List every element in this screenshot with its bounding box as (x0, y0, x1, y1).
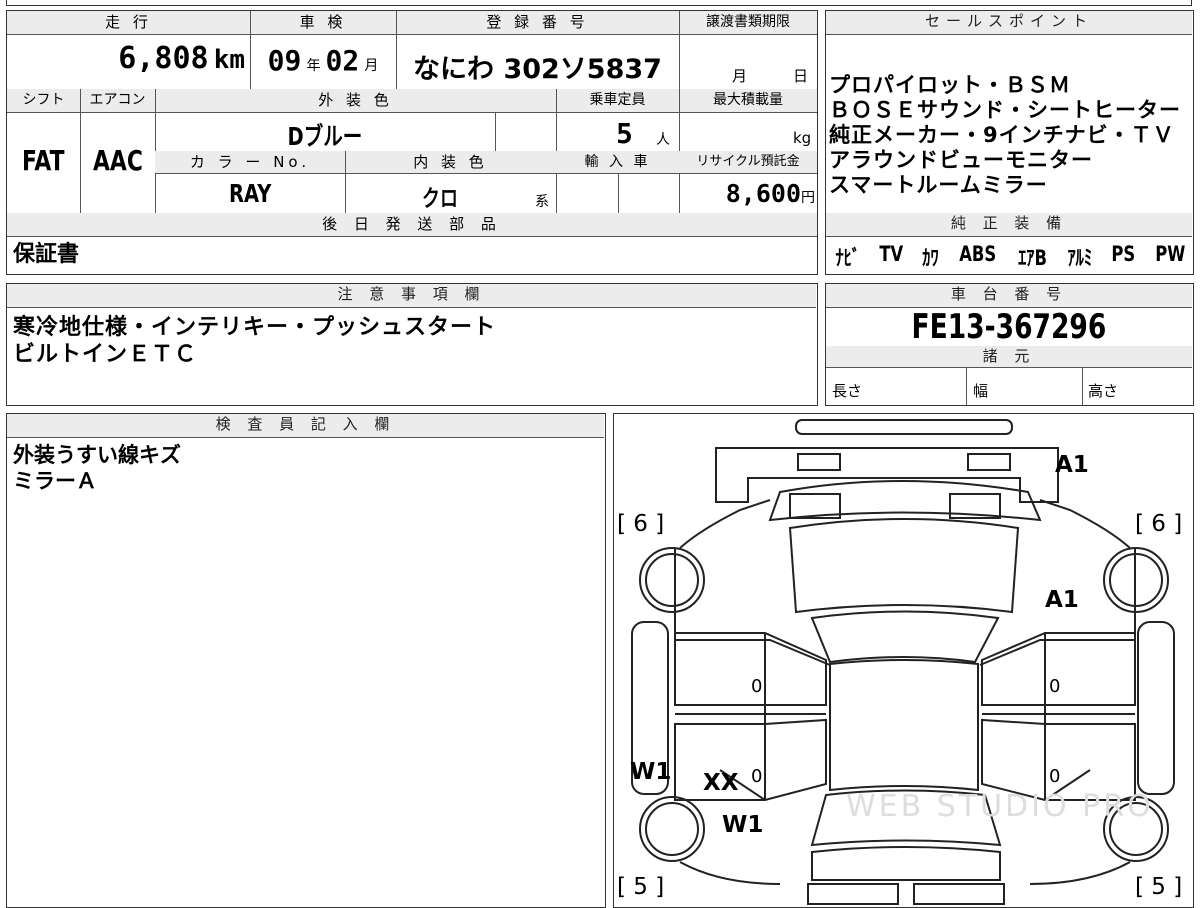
sales-points-list: プロパイロット・ＢＳＭ ＢＯＳＥサウンド・シートヒーター 純正メーカー・9インチ… (829, 73, 1193, 198)
mileage-header: 走 行 (7, 11, 250, 35)
length-label: 長さ (832, 382, 863, 400)
chassis-panel: 車 台 番 号 FE13-367296 諸 元 長さ 幅 高さ (825, 283, 1194, 406)
inspector-header: 検 査 員 記 入 欄 (7, 414, 604, 438)
panel-zero-value: 0 (1049, 766, 1061, 787)
exterior-header: 外 装 色 (155, 89, 556, 113)
car-diagram-panel: [ 6 ] [ 6 ] [ 5 ] [ 5 ] A1 A1 W1 XX W1 0… (613, 413, 1194, 908)
equipment-item: ABS (958, 242, 996, 266)
sales-points-header: セールスポイント (826, 11, 1192, 35)
inspection-value: 09 年 02 月 (267, 44, 379, 77)
damage-mark-left-rear: W1 (722, 812, 764, 838)
equipment-item: PS (1111, 242, 1136, 266)
ac-value: AAC (92, 144, 143, 177)
registration-header: 登 録 番 号 (396, 11, 679, 35)
width-label: 幅 (973, 382, 989, 400)
transfer-day: 日 (793, 67, 809, 85)
ac-header: エアコン (80, 89, 155, 113)
inspection-header: 車 検 (250, 11, 396, 35)
equipment-item: PW (1155, 242, 1186, 266)
inspector-line: 外装うすい線キズ (13, 443, 181, 467)
interior-suffix: 系 (535, 194, 549, 210)
shift-header: シフト (7, 89, 80, 113)
transfer-header: 譲渡書類期限 (679, 11, 817, 35)
maxload-unit: kg (793, 129, 812, 147)
color-no-header: カ ラ ー No. (155, 151, 345, 174)
sales-point-line: ＢＯＳＥサウンド・シートヒーター (829, 98, 1181, 122)
notes-panel: 注 意 事 項 欄 寒冷地仕様・インテリキー・プッシュスタート ビルトインＥＴＣ (6, 283, 818, 406)
tire-rear-right-label: [ 5 ] (1135, 874, 1183, 900)
recycle-header: リサイクル預託金 (679, 151, 817, 174)
car-diagram (631, 419, 1175, 905)
equipment-item: TV (879, 242, 904, 266)
tire-front-right-label: [ 6 ] (1135, 511, 1183, 537)
tire-rear-left-label: [ 5 ] (617, 874, 665, 900)
equipment-item: ｶﾜ (922, 246, 939, 270)
sales-point-line: アラウンドビューモニター (829, 148, 1093, 172)
sales-point-line: プロパイロット・ＢＳＭ (829, 73, 1071, 97)
maxload-header: 最大積載量 (679, 89, 817, 113)
spec-header: 諸 元 (826, 346, 1192, 368)
later-parts-header: 後 日 発 送 部 品 (7, 213, 817, 237)
chassis-number: FE13-367296 (911, 307, 1107, 347)
damage-mark-left-side: W1 (630, 759, 672, 785)
damage-mark-right-fender: A1 (1045, 587, 1079, 613)
notes-header: 注 意 事 項 欄 (7, 284, 816, 308)
tire-front-left-label: [ 6 ] (617, 511, 665, 537)
import-header: 輸 入 車 (556, 151, 679, 174)
equipment-item: ｱﾙﾐ (1067, 246, 1092, 270)
mileage-value: 6,808 km (118, 41, 245, 76)
watermark: WEB STUDIO PRO (846, 789, 1154, 824)
inspector-panel: 検 査 員 記 入 欄 外装うすい線キズ ミラーＡ (6, 413, 606, 908)
damage-mark-front-bumper: A1 (1055, 452, 1089, 478)
equipment-item: ｴｱB (1017, 246, 1047, 270)
inspector-line: ミラーＡ (13, 469, 97, 493)
recycle-value: 8,600円 (725, 179, 815, 208)
equipment-item: ﾅﾋﾞ (835, 246, 861, 270)
exterior-value: Dブルー (287, 122, 363, 151)
panel-zero-value: 0 (751, 676, 763, 697)
registration-value: なにわ 302ソ5837 (413, 54, 662, 85)
sales-point-line: スマートルームミラー (829, 173, 1048, 197)
panel-zero-value: 0 (1049, 676, 1061, 697)
color-no-value: RAY (228, 179, 272, 208)
sales-point-line: 純正メーカー・9インチナビ・ＴＶ (829, 123, 1175, 147)
later-parts-value: 保証書 (13, 242, 80, 267)
height-label: 高さ (1088, 382, 1119, 400)
notes-line: 寒冷地仕様・インテリキー・プッシュスタート (13, 315, 497, 340)
inspector-text: 外装うすい線キズ ミラーＡ (13, 442, 181, 494)
notes-line: ビルトインＥＴＣ (13, 342, 198, 367)
vehicle-info-table: 走 行 車 検 登 録 番 号 譲渡書類期限 6,808 km 09 年 02 … (6, 10, 818, 275)
top-strip (6, 0, 1192, 6)
notes-text: 寒冷地仕様・インテリキー・プッシュスタート ビルトインＥＴＣ (13, 314, 496, 368)
interior-header: 内 装 色 (345, 151, 556, 174)
genuine-equipment-header: 純 正 装 備 (826, 213, 1192, 237)
chassis-header: 車 台 番 号 (826, 284, 1192, 308)
damage-mark-left-door: XX (703, 770, 739, 796)
genuine-equipment-list: ﾅﾋﾞ TV ｶﾜ ABS ｴｱB ｱﾙﾐ PS PW (832, 242, 1190, 272)
panel-zero-value: 0 (751, 766, 763, 787)
sales-points-panel: セールスポイント プロパイロット・ＢＳＭ ＢＯＳＥサウンド・シートヒーター 純正… (825, 10, 1194, 275)
interior-value: クロ (422, 186, 458, 212)
capacity-header: 乗車定員 (556, 89, 679, 113)
shift-value: FAT (22, 144, 65, 177)
transfer-month: 月 (732, 67, 748, 85)
